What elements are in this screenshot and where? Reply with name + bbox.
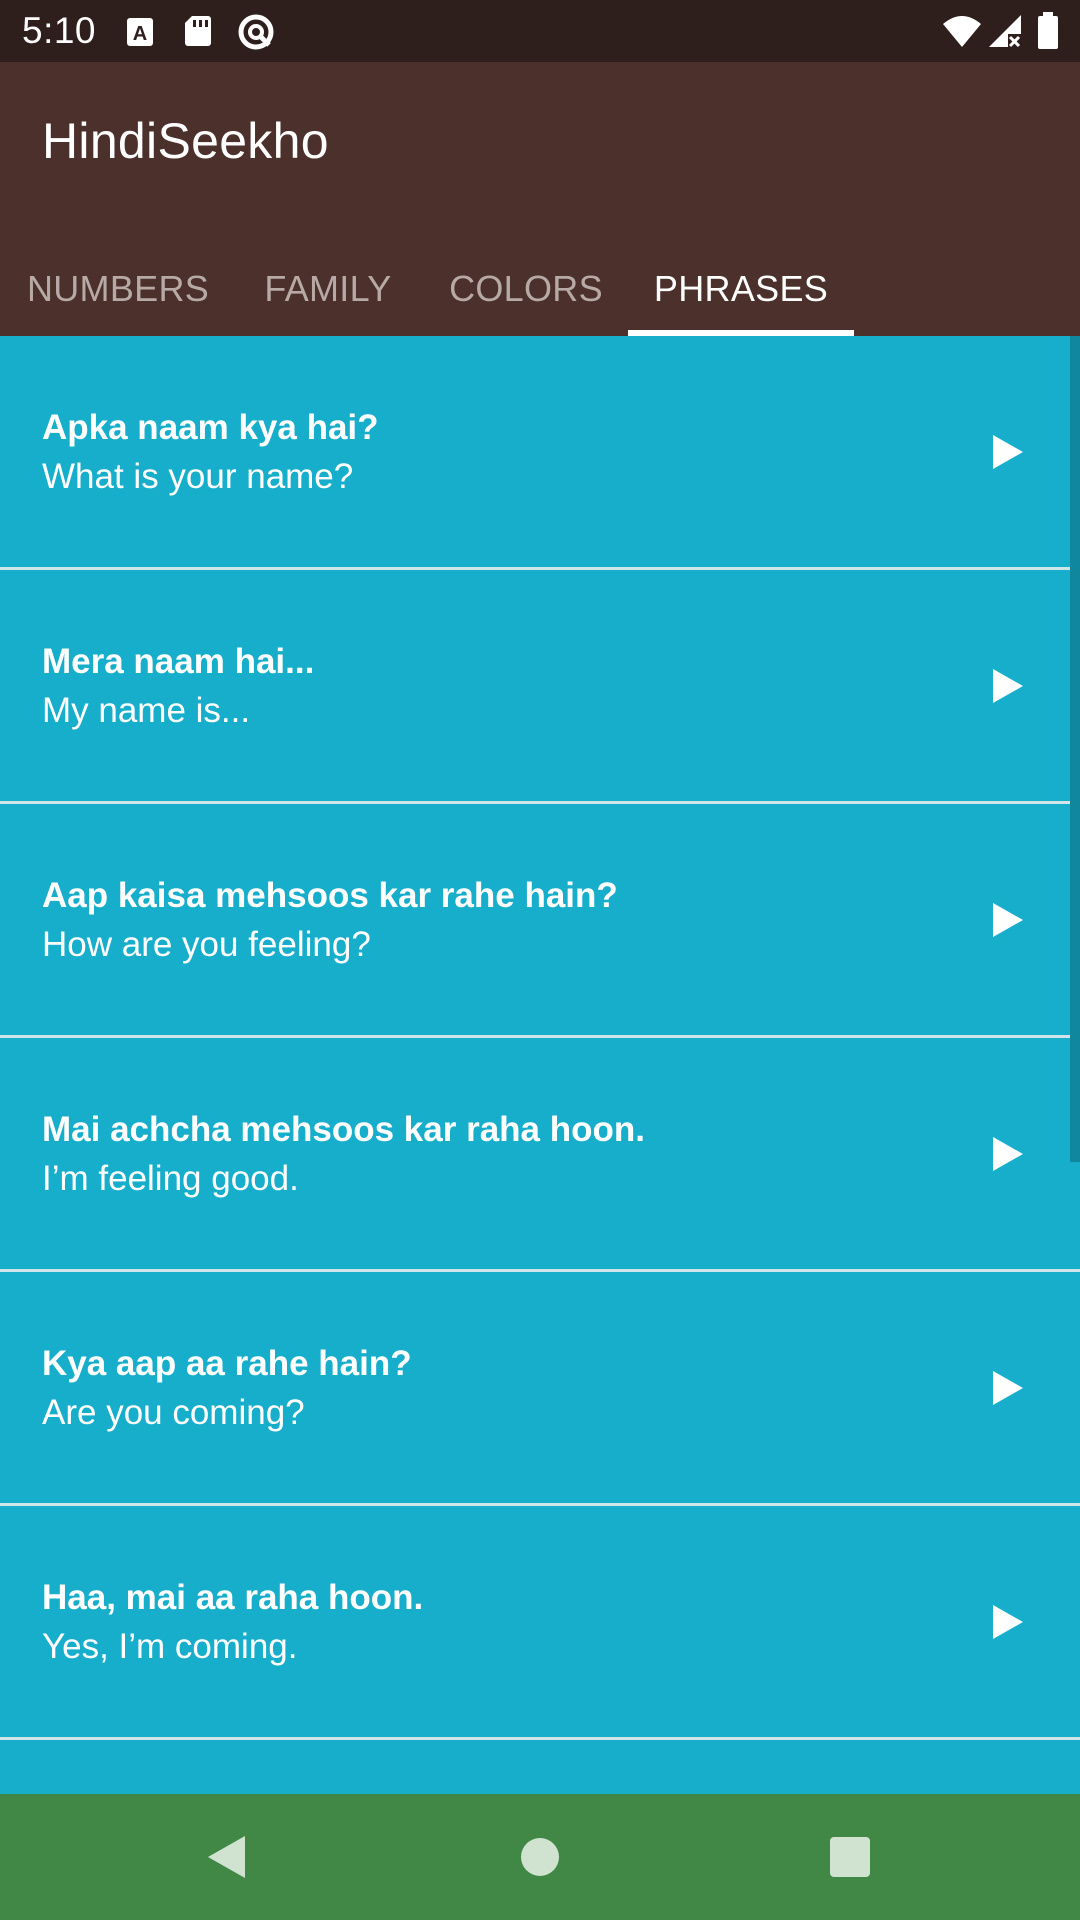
phrase-english: How are you feeling? xyxy=(42,925,371,964)
phrase-hindi: Mera naam hai... xyxy=(42,642,315,681)
tab-numbers[interactable]: NUMBERS xyxy=(0,242,236,336)
back-icon xyxy=(208,1836,245,1878)
phrase-list[interactable]: Apka naam kya hai? What is your name? Me… xyxy=(0,336,1080,1794)
play-icon[interactable] xyxy=(990,432,1026,472)
list-item[interactable] xyxy=(0,1740,1080,1794)
tab-phrases[interactable]: PHRASES xyxy=(628,242,854,336)
list-item[interactable]: Mai achcha mehsoos kar raha hoon. I’m fe… xyxy=(0,1038,1080,1272)
back-button[interactable] xyxy=(166,1794,286,1920)
phrase-hindi: Haa, mai aa raha hoon. xyxy=(42,1578,424,1617)
phrase-hindi: Aap kaisa mehsoos kar rahe hain? xyxy=(42,876,618,915)
tab-family[interactable]: FAMILY xyxy=(236,242,420,336)
status-time: 5:10 xyxy=(22,10,97,51)
app-bar: HindiSeekho NUMBERS FAMILY COLORS PHRASE… xyxy=(0,62,1080,336)
svg-text:A: A xyxy=(133,23,147,45)
recents-icon xyxy=(830,1837,870,1877)
list-item[interactable]: Apka naam kya hai? What is your name? xyxy=(0,336,1080,570)
phrase-english: What is your name? xyxy=(42,457,354,496)
system-nav-bar xyxy=(0,1794,1080,1920)
phrase-english: I’m feeling good. xyxy=(42,1159,299,1198)
play-icon[interactable] xyxy=(990,900,1026,940)
list-item[interactable]: Kya aap aa rahe hain? Are you coming? xyxy=(0,1272,1080,1506)
phrase-english: Are you coming? xyxy=(42,1393,305,1432)
scrollbar[interactable] xyxy=(1070,336,1080,1162)
phrase-english: Yes, I’m coming. xyxy=(42,1627,298,1666)
list-item[interactable]: Haa, mai aa raha hoon. Yes, I’m coming. xyxy=(0,1506,1080,1740)
play-icon[interactable] xyxy=(990,666,1026,706)
battery-icon xyxy=(1037,12,1059,55)
sd-card-icon xyxy=(184,15,212,52)
at-sign-icon xyxy=(237,13,275,56)
phrase-hindi: Apka naam kya hai? xyxy=(42,408,379,447)
recents-button[interactable] xyxy=(790,1794,910,1920)
list-item[interactable]: Aap kaisa mehsoos kar rahe hain? How are… xyxy=(0,804,1080,1038)
tab-label: PHRASES xyxy=(653,268,829,309)
list-item[interactable]: Mera naam hai... My name is... xyxy=(0,570,1080,804)
play-icon[interactable] xyxy=(990,1368,1026,1408)
tab-label: COLORS xyxy=(449,268,603,309)
play-icon[interactable] xyxy=(990,1602,1026,1642)
home-icon xyxy=(521,1838,559,1876)
status-bar: 5:10 A xyxy=(0,0,1080,62)
phrase-hindi: Mai achcha mehsoos kar raha hoon. xyxy=(42,1110,645,1149)
tab-colors[interactable]: COLORS xyxy=(420,242,632,336)
tab-bar: NUMBERS FAMILY COLORS PHRASES xyxy=(0,242,1080,336)
font-a-icon: A xyxy=(126,17,154,52)
cell-signal-icon xyxy=(988,14,1022,53)
play-icon[interactable] xyxy=(990,1134,1026,1174)
phrase-english: My name is... xyxy=(42,691,251,730)
phrase-hindi: Kya aap aa rahe hain? xyxy=(42,1344,412,1383)
home-button[interactable] xyxy=(480,1794,600,1920)
tab-label: FAMILY xyxy=(264,268,392,309)
app-title: HindiSeekho xyxy=(42,113,329,169)
wifi-icon xyxy=(942,14,982,53)
tab-label: NUMBERS xyxy=(26,268,210,309)
